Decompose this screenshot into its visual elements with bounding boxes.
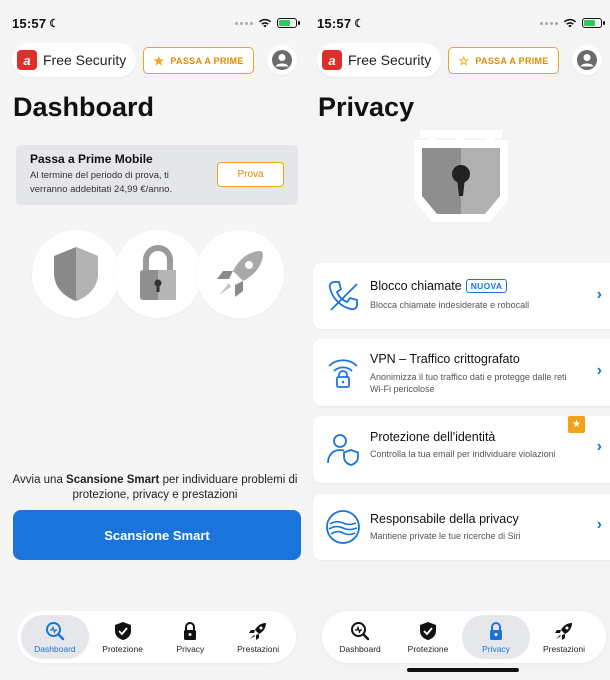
brand-badge[interactable]: a Free Security — [317, 43, 442, 77]
brand-badge[interactable]: a Free Security — [12, 43, 137, 77]
upgrade-prime-label: PASSA A PRIME — [475, 55, 549, 66]
user-icon — [272, 50, 292, 70]
nav-prestazioni[interactable]: Prestazioni — [224, 615, 292, 659]
card-description: Blocca chiamate indesiderate e robocall — [370, 300, 530, 310]
identity-shield-icon — [327, 434, 359, 466]
card-title: VPN – Traffico crittografato — [370, 352, 520, 366]
dashboard-screen: 15:57 ☾ a Free Security ★ PASSA A PRIME D… — [0, 0, 305, 680]
shield-check-icon — [420, 621, 436, 640]
padlock-icon — [140, 245, 176, 300]
rocket-icon — [555, 622, 572, 640]
identity-protection-card[interactable]: ★ Protezione dell'identità Controlla la … — [313, 416, 610, 483]
smart-scan-button[interactable]: Scansione Smart — [13, 510, 301, 560]
nav-privacy[interactable]: Privacy — [462, 615, 530, 659]
star-outline-icon: ☆ — [458, 53, 470, 68]
battery-icon — [277, 18, 300, 28]
nav-privacy-label: Privacy — [482, 643, 510, 654]
signal-icon — [540, 21, 558, 25]
prime-promo-card: Passa a Prime Mobile Al termine del peri… — [16, 145, 298, 205]
status-icons — [540, 18, 605, 28]
card-title: Responsabile della privacy — [370, 512, 519, 526]
nav-protezione-label: Protezione — [407, 643, 449, 654]
rocket-icon — [217, 251, 263, 297]
shield-check-icon — [114, 621, 131, 640]
card-description: Anonimizza il tuo traffico dati e proteg… — [370, 372, 567, 394]
user-icon — [577, 50, 597, 70]
nav-prestazioni-label: Prestazioni — [542, 643, 586, 654]
nav-prestazioni[interactable]: Prestazioni — [530, 615, 598, 659]
page-title: Dashboard — [13, 92, 155, 122]
nav-dashboard-label: Dashboard — [34, 643, 76, 654]
nav-dashboard[interactable]: Dashboard — [21, 615, 89, 659]
brand-name: Free Security — [348, 52, 432, 68]
brand-name: Free Security — [43, 52, 127, 68]
wifi-icon — [563, 18, 577, 28]
nav-protezione[interactable]: Protezione — [394, 615, 462, 659]
upgrade-prime-label: PASSA A PRIME — [170, 55, 244, 66]
status-bar: 15:57 ☾ — [317, 14, 605, 32]
privacy-advisor-card[interactable]: Responsabile della privacy Mantiene priv… — [313, 494, 610, 560]
wifi-lock-icon — [328, 359, 358, 388]
phone-block-icon — [328, 281, 358, 311]
new-badge: NUOVA — [465, 279, 508, 293]
privacy-screen: 15:57 ☾ a Free Security ☆ PASSA A PRIME P… — [305, 0, 610, 680]
wifi-icon — [258, 18, 272, 28]
nav-dashboard-label: Dashboard — [339, 643, 381, 654]
card-title: Protezione dell'identità — [370, 430, 496, 444]
chevron-right-icon: › — [596, 286, 602, 303]
promo-text: Al termine del periodo di prova, ti verr… — [30, 170, 173, 195]
status-time: 15:57 ☾ — [317, 15, 365, 31]
card-title: Blocco chiamate NUOVA — [370, 279, 508, 293]
bottom-nav: Dashboard Protezione Privacy Prestazioni — [17, 611, 296, 663]
scan-description: Avvia una Scansione Smart per individuar… — [12, 474, 298, 501]
profile-avatar[interactable] — [267, 45, 297, 75]
dashboard-search-icon — [351, 621, 370, 640]
nav-privacy-label: Privacy — [176, 643, 205, 654]
star-icon: ★ — [153, 53, 165, 68]
profile-avatar[interactable] — [572, 45, 602, 75]
protection-circle — [32, 230, 120, 318]
avira-logo-icon: a — [17, 50, 37, 70]
avira-logo-icon: a — [322, 50, 342, 70]
upgrade-prime-button[interactable]: ★ PASSA A PRIME — [143, 47, 254, 74]
call-block-card[interactable]: Blocco chiamate NUOVA Blocca chiamate ind… — [313, 263, 610, 329]
lock-icon — [184, 621, 197, 640]
nav-protezione-label: Protezione — [102, 643, 143, 654]
battery-icon — [582, 18, 605, 28]
privacy-circle — [114, 230, 202, 318]
privacy-padlock-illustration — [414, 130, 508, 222]
chevron-right-icon: › — [596, 362, 602, 379]
card-description: Mantiene private le tue ricerche di Siri — [370, 531, 521, 541]
performance-circle — [196, 230, 284, 318]
signal-icon — [235, 21, 253, 25]
moon-icon: ☾ — [49, 17, 60, 30]
privacy-advisor-icon — [326, 510, 360, 544]
status-icons — [235, 18, 300, 28]
status-time: 15:57 ☾ — [12, 15, 60, 31]
vpn-card[interactable]: VPN – Traffico crittografato Anonimizza … — [313, 339, 610, 406]
nav-dashboard[interactable]: Dashboard — [326, 615, 394, 659]
home-indicator[interactable] — [407, 668, 519, 672]
nav-privacy[interactable]: Privacy — [157, 615, 225, 659]
chevron-right-icon: › — [596, 438, 602, 455]
card-description: Controlla la tua email per individuare v… — [370, 449, 556, 459]
dashboard-search-icon — [45, 621, 65, 640]
chevron-right-icon: › — [596, 516, 602, 533]
lock-icon — [490, 621, 502, 640]
shield-icon — [54, 247, 98, 301]
nav-protezione[interactable]: Protezione — [89, 615, 157, 659]
moon-icon: ☾ — [354, 17, 365, 30]
rocket-icon — [249, 622, 267, 640]
nav-prestazioni-label: Prestazioni — [237, 643, 280, 654]
upgrade-prime-button[interactable]: ☆ PASSA A PRIME — [448, 47, 559, 74]
page-title: Privacy — [318, 92, 415, 122]
premium-star-icon: ★ — [568, 416, 585, 433]
try-button[interactable]: Prova — [217, 162, 284, 187]
feature-illustration — [32, 230, 284, 318]
bottom-nav: Dashboard Protezione Privacy Prestazioni — [322, 611, 606, 663]
status-bar: 15:57 ☾ — [12, 14, 300, 32]
